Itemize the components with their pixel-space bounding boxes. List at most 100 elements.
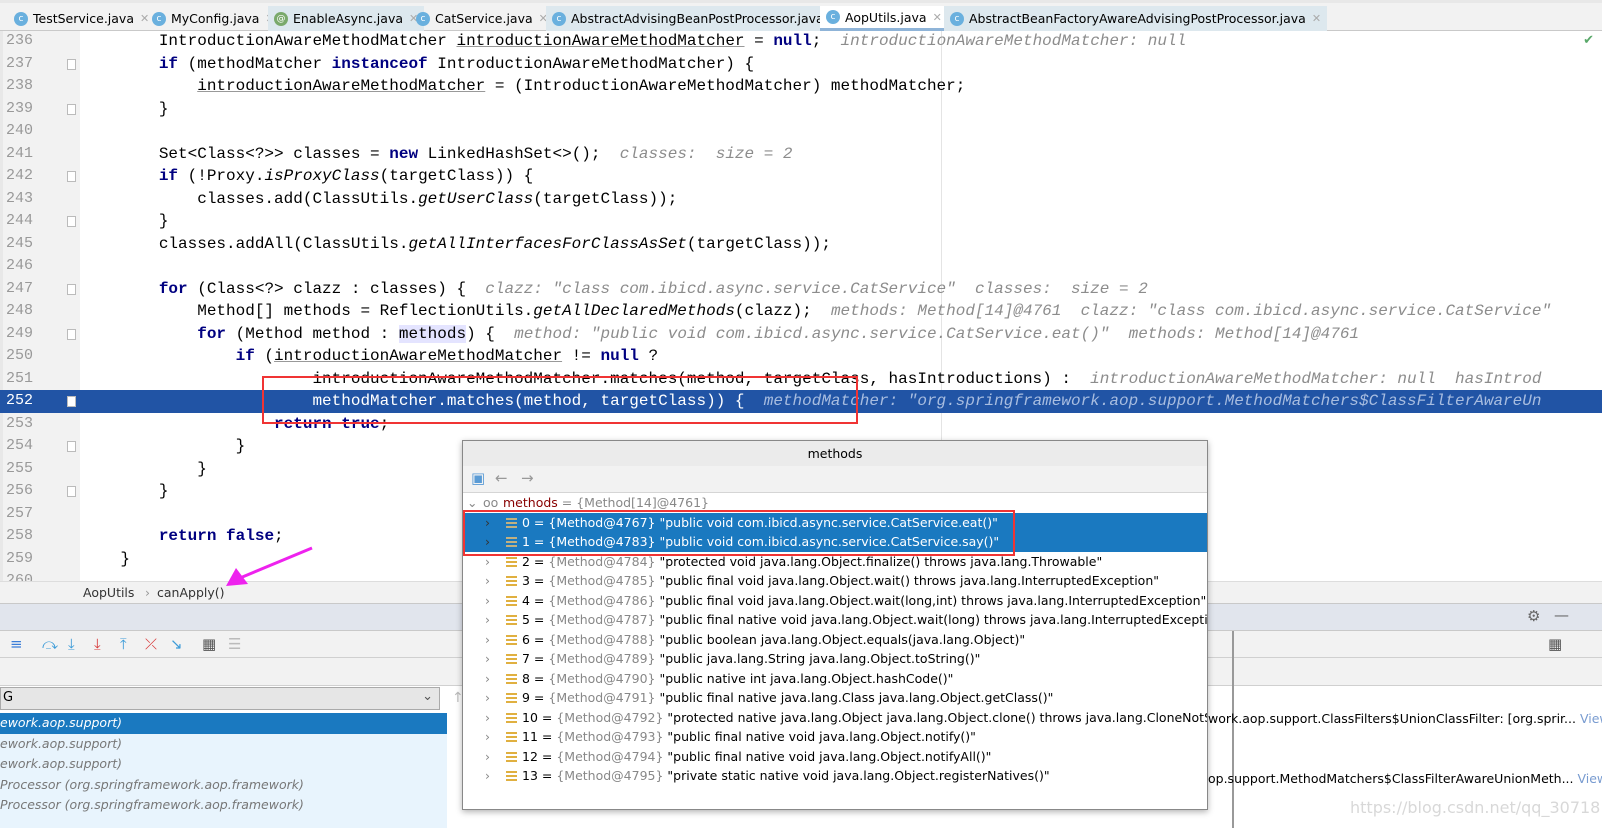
code-line[interactable]: 247 for (Class<?> clazz : classes) { cla…: [0, 278, 1602, 301]
code-line[interactable]: 239 }: [0, 98, 1602, 121]
code-line[interactable]: 244 }: [0, 210, 1602, 233]
stack-frame[interactable]: Processor (org.springframework.aop.frame…: [0, 775, 447, 796]
tab-enableasync[interactable]: @ EnableAsync.java ✕: [268, 6, 425, 31]
variable-row[interactable]: work.aop.support.ClassFilters$UnionClass…: [1208, 711, 1602, 726]
code-line[interactable]: 249 for (Method method : methods) { meth…: [0, 323, 1602, 346]
fold-marker-icon[interactable]: [67, 58, 76, 70]
tab-catservice[interactable]: c CatService.java ✕: [410, 6, 554, 31]
line-number: 246: [6, 257, 34, 274]
methods-inspect-popup[interactable]: methods ▣ ← → ⌄ oo methods = {Method[14]…: [462, 440, 1208, 810]
chevron-right-icon[interactable]: ›: [485, 688, 490, 708]
method-row[interactable]: › 4 = {Method@4786} "public final void ja…: [463, 591, 1207, 611]
evaluate-expression-icon[interactable]: ▦: [202, 635, 216, 653]
chevron-right-icon[interactable]: ›: [485, 766, 490, 786]
method-row[interactable]: › 5 = {Method@4787} "public final native …: [463, 610, 1207, 630]
layout-icon[interactable]: ▦: [1548, 635, 1562, 653]
field-icon: [506, 634, 517, 645]
chevron-right-icon[interactable]: ›: [485, 630, 490, 650]
variable-row[interactable]: op.support.MethodMatchers$ClassFilterAwa…: [1208, 771, 1602, 786]
method-row[interactable]: › 13 = {Method@4795} "private static nati…: [463, 766, 1207, 786]
row-index: 3: [522, 573, 530, 588]
fold-marker-icon[interactable]: [67, 486, 76, 497]
code-line[interactable]: 242 if (!Proxy.isProxyClass(targetClass)…: [0, 165, 1602, 188]
row-index: 10: [522, 709, 538, 725]
chevron-right-icon[interactable]: ›: [485, 649, 490, 669]
chevron-right-icon[interactable]: ›: [485, 571, 490, 591]
code-token: (Class<?> clazz : classes) {: [187, 279, 467, 298]
force-step-into-icon[interactable]: ⤓: [94, 635, 101, 653]
breadcrumb-method[interactable]: canApply(): [157, 585, 225, 600]
frames-icon[interactable]: ≡: [10, 635, 23, 653]
code-token: clazz: "class com.ibicd.async.service.Ca…: [466, 279, 1148, 298]
row-index: 11: [522, 729, 538, 744]
view-link[interactable]: View: [1577, 771, 1602, 786]
back-arrow-icon[interactable]: ←: [495, 469, 508, 487]
code-line[interactable]: 236 IntroductionAwareMethodMatcher intro…: [0, 31, 1602, 53]
watch-icon[interactable]: ▣: [471, 469, 485, 487]
chevron-right-icon[interactable]: ›: [485, 747, 490, 767]
close-icon[interactable]: ✕: [1312, 12, 1321, 25]
stack-frame[interactable]: ework.aop.support): [0, 754, 447, 775]
gear-icon[interactable]: ⚙: [1527, 607, 1540, 625]
code-line[interactable]: 243 classes.add(ClassUtils.getUserClass(…: [0, 188, 1602, 211]
field-icon: [506, 654, 517, 664]
fold-marker-icon[interactable]: [67, 171, 76, 182]
stack-frame[interactable]: Processor (org.springframework.aop.frame…: [0, 795, 447, 816]
fold-marker-icon[interactable]: [67, 216, 76, 227]
breadcrumb-class[interactable]: AopUtils: [83, 585, 134, 600]
code-line[interactable]: 245 classes.addAll(ClassUtils.getAllInte…: [0, 233, 1602, 256]
fold-marker-icon[interactable]: [67, 441, 76, 452]
method-row[interactable]: › 10 = {Method@4792} "protected native ja…: [463, 708, 1207, 728]
close-icon[interactable]: ✕: [933, 11, 942, 24]
code-token: =: [744, 32, 774, 50]
stack-frame[interactable]: ework.aop.support): [0, 734, 447, 755]
run-to-cursor-icon[interactable]: ↘: [170, 635, 183, 653]
tab-testservice[interactable]: c TestService.java ✕: [8, 6, 155, 31]
fold-marker-icon[interactable]: [67, 396, 76, 407]
chevron-right-icon[interactable]: ›: [485, 727, 490, 747]
method-row[interactable]: › 6 = {Method@4788} "public boolean java.…: [463, 630, 1207, 650]
view-link[interactable]: View: [1580, 711, 1602, 726]
method-row[interactable]: › 11 = {Method@4793} "public final native…: [463, 727, 1207, 747]
tab-aoputils[interactable]: c AopUtils.java ✕: [820, 6, 948, 31]
row-value: "public native int java.lang.Object.hash…: [659, 670, 954, 686]
code-line[interactable]: 238 introductionAwareMethodMatcher = (In…: [0, 75, 1602, 98]
drop-frame-icon[interactable]: ⤫: [145, 635, 157, 653]
code-line[interactable]: 250 if (introductionAwareMethodMatcher !…: [0, 345, 1602, 368]
method-row[interactable]: › 12 = {Method@4794} "public final native…: [463, 747, 1207, 767]
chevron-right-icon[interactable]: ›: [485, 591, 490, 611]
panel-divider[interactable]: [1232, 631, 1234, 828]
trace-icon[interactable]: ☰: [228, 635, 241, 653]
class-icon: c: [152, 11, 166, 26]
step-into-icon[interactable]: ⤓: [68, 635, 75, 653]
method-row[interactable]: › 8 = {Method@4790} "public native int ja…: [463, 669, 1207, 689]
code-line[interactable]: 246: [0, 255, 1602, 278]
tab-abstractadvisingbeanpostprocessor[interactable]: cAbstractAdvisingBeanPostProcessor.java✕: [546, 6, 845, 31]
fold-marker-icon[interactable]: [67, 103, 76, 115]
code-text: if (introductionAwareMethodMatcher != nu…: [82, 345, 658, 368]
fold-marker-icon[interactable]: [67, 328, 76, 340]
tab-abstractbeanfactoryawareadvisingpostprocessor[interactable]: c AbstractBeanFactoryAwareAdvisingPostPro…: [944, 6, 1328, 31]
method-row[interactable]: › 7 = {Method@4789} "public java.lang.Str…: [463, 649, 1207, 669]
code-line[interactable]: 237 if (methodMatcher instanceof Introdu…: [0, 53, 1602, 76]
code-line[interactable]: 248 Method[] methods = ReflectionUtils.g…: [0, 300, 1602, 323]
line-number: 256: [6, 482, 34, 499]
row-index: 6: [522, 631, 530, 647]
code-line[interactable]: 240: [0, 120, 1602, 143]
step-over-icon[interactable]: ⤼: [42, 635, 58, 653]
minimize-icon[interactable]: —: [1554, 606, 1569, 624]
fold-marker-icon[interactable]: [67, 283, 76, 295]
step-out-icon[interactable]: ⤒: [120, 635, 127, 653]
forward-arrow-icon[interactable]: →: [521, 469, 534, 487]
code-line[interactable]: 241 Set<Class<?>> classes = new LinkedHa…: [0, 143, 1602, 166]
method-row[interactable]: › 9 = {Method@4791} "public final native …: [463, 688, 1207, 708]
chevron-right-icon[interactable]: ›: [485, 610, 490, 630]
thread-select[interactable]: G ⌄: [0, 687, 440, 710]
stack-frame[interactable]: ework.aop.support): [0, 713, 447, 734]
tab-myconfig[interactable]: cMyConfig.java✕: [146, 6, 281, 31]
code-token: methods: Method[14]@4761 clazz: "class c…: [811, 302, 1552, 320]
chevron-right-icon[interactable]: ›: [485, 669, 490, 689]
chevron-right-icon[interactable]: ›: [485, 708, 490, 728]
method-row[interactable]: › 3 = {Method@4785} "public final void ja…: [463, 571, 1207, 591]
